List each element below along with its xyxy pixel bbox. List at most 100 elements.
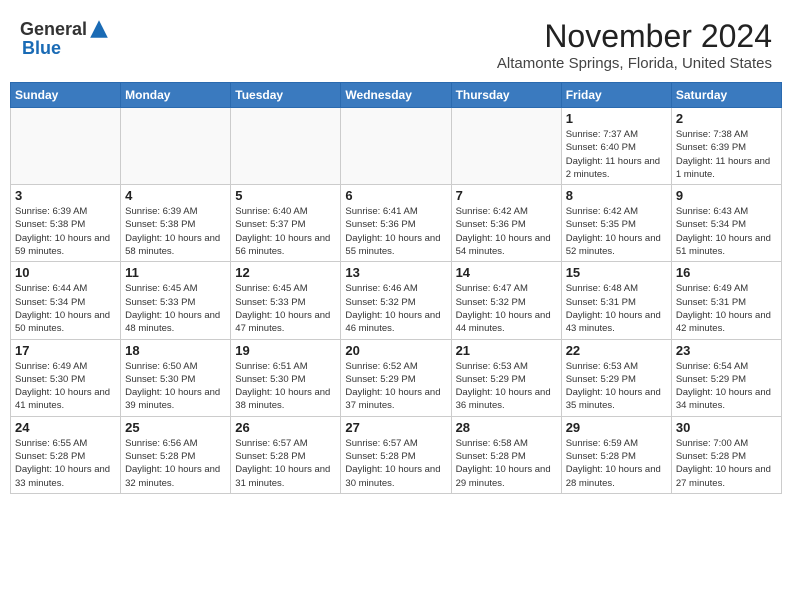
day-info: Sunrise: 6:54 AM Sunset: 5:29 PM Dayligh…: [676, 360, 777, 413]
calendar-cell: [231, 108, 341, 185]
weekday-header-thursday: Thursday: [451, 83, 561, 108]
day-info: Sunrise: 6:57 AM Sunset: 5:28 PM Dayligh…: [235, 437, 336, 490]
calendar-cell: [11, 108, 121, 185]
weekday-header-tuesday: Tuesday: [231, 83, 341, 108]
logo-triangle-icon: [88, 18, 110, 40]
day-number: 3: [15, 188, 116, 203]
day-info: Sunrise: 6:57 AM Sunset: 5:28 PM Dayligh…: [345, 437, 446, 490]
calendar-cell: 17Sunrise: 6:49 AM Sunset: 5:30 PM Dayli…: [11, 339, 121, 416]
calendar-cell: 13 Sunrise: 6:46 AM Sunset: 5:32 PM Dayli…: [341, 262, 451, 339]
day-info: Sunrise: 6:45 AM Sunset: 5:33 PM Dayligh…: [125, 282, 226, 335]
day-number: 29: [566, 420, 667, 435]
calendar-cell: 28 Sunrise: 6:58 AM Sunset: 5:28 PM Dayli…: [451, 416, 561, 493]
calendar-cell: 16Sunrise: 6:49 AM Sunset: 5:31 PM Dayli…: [671, 262, 781, 339]
day-info: Sunrise: 7:00 AM Sunset: 5:28 PM Dayligh…: [676, 437, 777, 490]
day-info: Sunrise: 6:55 AM Sunset: 5:28 PM Dayligh…: [15, 437, 116, 490]
weekday-header-monday: Monday: [121, 83, 231, 108]
calendar-week-row: 3 Sunrise: 6:39 AM Sunset: 5:38 PM Daylig…: [11, 185, 782, 262]
calendar-cell: 10 Sunrise: 6:44 AM Sunset: 5:34 PM Dayli…: [11, 262, 121, 339]
day-info: Sunrise: 6:58 AM Sunset: 5:28 PM Dayligh…: [456, 437, 557, 490]
calendar-cell: 9 Sunrise: 6:43 AM Sunset: 5:34 PM Daylig…: [671, 185, 781, 262]
title-section: November 2024 Altamonte Springs, Florida…: [497, 18, 772, 72]
calendar-cell: [451, 108, 561, 185]
day-info: Sunrise: 6:42 AM Sunset: 5:35 PM Dayligh…: [566, 205, 667, 258]
day-info: Sunrise: 7:37 AM Sunset: 6:40 PM Dayligh…: [566, 128, 667, 181]
calendar-cell: 29 Sunrise: 6:59 AM Sunset: 5:28 PM Dayli…: [561, 416, 671, 493]
calendar-cell: 5 Sunrise: 6:40 AM Sunset: 5:37 PM Daylig…: [231, 185, 341, 262]
day-number: 9: [676, 188, 777, 203]
calendar-cell: 26 Sunrise: 6:57 AM Sunset: 5:28 PM Dayli…: [231, 416, 341, 493]
day-number: 30: [676, 420, 777, 435]
day-number: 25: [125, 420, 226, 435]
day-number: 4: [125, 188, 226, 203]
day-info: Sunrise: 6:56 AM Sunset: 5:28 PM Dayligh…: [125, 437, 226, 490]
location-text: Altamonte Springs, Florida, United State…: [497, 55, 772, 72]
day-number: 5: [235, 188, 336, 203]
day-info: Sunrise: 6:48 AM Sunset: 5:31 PM Dayligh…: [566, 282, 667, 335]
weekday-header-wednesday: Wednesday: [341, 83, 451, 108]
calendar-cell: 2Sunrise: 7:38 AM Sunset: 6:39 PM Daylig…: [671, 108, 781, 185]
calendar-week-row: 10 Sunrise: 6:44 AM Sunset: 5:34 PM Dayli…: [11, 262, 782, 339]
calendar-cell: 20Sunrise: 6:52 AM Sunset: 5:29 PM Dayli…: [341, 339, 451, 416]
calendar-cell: 23 Sunrise: 6:54 AM Sunset: 5:29 PM Dayli…: [671, 339, 781, 416]
calendar-cell: 1Sunrise: 7:37 AM Sunset: 6:40 PM Daylig…: [561, 108, 671, 185]
calendar-cell: 11 Sunrise: 6:45 AM Sunset: 5:33 PM Dayli…: [121, 262, 231, 339]
calendar-cell: 8 Sunrise: 6:42 AM Sunset: 5:35 PM Daylig…: [561, 185, 671, 262]
day-number: 10: [15, 265, 116, 280]
day-info: Sunrise: 6:59 AM Sunset: 5:28 PM Dayligh…: [566, 437, 667, 490]
calendar-cell: [121, 108, 231, 185]
calendar-cell: 7Sunrise: 6:42 AM Sunset: 5:36 PM Daylig…: [451, 185, 561, 262]
day-number: 28: [456, 420, 557, 435]
day-info: Sunrise: 6:44 AM Sunset: 5:34 PM Dayligh…: [15, 282, 116, 335]
day-number: 19: [235, 343, 336, 358]
day-info: Sunrise: 6:41 AM Sunset: 5:36 PM Dayligh…: [345, 205, 446, 258]
calendar-cell: [341, 108, 451, 185]
calendar-cell: 21 Sunrise: 6:53 AM Sunset: 5:29 PM Dayli…: [451, 339, 561, 416]
day-number: 15: [566, 265, 667, 280]
day-info: Sunrise: 6:51 AM Sunset: 5:30 PM Dayligh…: [235, 360, 336, 413]
calendar-week-row: 1Sunrise: 7:37 AM Sunset: 6:40 PM Daylig…: [11, 108, 782, 185]
calendar-cell: 3Sunrise: 6:39 AM Sunset: 5:38 PM Daylig…: [11, 185, 121, 262]
day-number: 6: [345, 188, 446, 203]
calendar-cell: 4 Sunrise: 6:39 AM Sunset: 5:38 PM Daylig…: [121, 185, 231, 262]
day-number: 7: [456, 188, 557, 203]
logo-general-text: General: [20, 19, 87, 40]
calendar-cell: 15 Sunrise: 6:48 AM Sunset: 5:31 PM Dayli…: [561, 262, 671, 339]
calendar-cell: 14Sunrise: 6:47 AM Sunset: 5:32 PM Dayli…: [451, 262, 561, 339]
month-title: November 2024: [497, 18, 772, 55]
calendar-table: SundayMondayTuesdayWednesdayThursdayFrid…: [10, 82, 782, 494]
calendar-cell: 12Sunrise: 6:45 AM Sunset: 5:33 PM Dayli…: [231, 262, 341, 339]
day-info: Sunrise: 6:39 AM Sunset: 5:38 PM Dayligh…: [125, 205, 226, 258]
day-number: 11: [125, 265, 226, 280]
calendar-cell: 19 Sunrise: 6:51 AM Sunset: 5:30 PM Dayli…: [231, 339, 341, 416]
day-number: 20: [345, 343, 446, 358]
logo-blue-text: Blue: [22, 38, 61, 58]
weekday-header-saturday: Saturday: [671, 83, 781, 108]
day-number: 22: [566, 343, 667, 358]
day-info: Sunrise: 6:49 AM Sunset: 5:30 PM Dayligh…: [15, 360, 116, 413]
day-number: 14: [456, 265, 557, 280]
day-info: Sunrise: 6:53 AM Sunset: 5:29 PM Dayligh…: [456, 360, 557, 413]
day-number: 21: [456, 343, 557, 358]
day-number: 8: [566, 188, 667, 203]
day-number: 23: [676, 343, 777, 358]
calendar-cell: 6 Sunrise: 6:41 AM Sunset: 5:36 PM Daylig…: [341, 185, 451, 262]
day-number: 13: [345, 265, 446, 280]
calendar-cell: 18Sunrise: 6:50 AM Sunset: 5:30 PM Dayli…: [121, 339, 231, 416]
calendar-cell: 27 Sunrise: 6:57 AM Sunset: 5:28 PM Dayli…: [341, 416, 451, 493]
day-info: Sunrise: 6:46 AM Sunset: 5:32 PM Dayligh…: [345, 282, 446, 335]
day-info: Sunrise: 7:38 AM Sunset: 6:39 PM Dayligh…: [676, 128, 777, 181]
day-info: Sunrise: 6:53 AM Sunset: 5:29 PM Dayligh…: [566, 360, 667, 413]
day-number: 26: [235, 420, 336, 435]
weekday-header-friday: Friday: [561, 83, 671, 108]
logo: General Blue: [20, 18, 111, 59]
day-info: Sunrise: 6:40 AM Sunset: 5:37 PM Dayligh…: [235, 205, 336, 258]
day-number: 12: [235, 265, 336, 280]
day-info: Sunrise: 6:43 AM Sunset: 5:34 PM Dayligh…: [676, 205, 777, 258]
day-info: Sunrise: 6:50 AM Sunset: 5:30 PM Dayligh…: [125, 360, 226, 413]
day-number: 27: [345, 420, 446, 435]
calendar-cell: 22 Sunrise: 6:53 AM Sunset: 5:29 PM Dayli…: [561, 339, 671, 416]
day-number: 24: [15, 420, 116, 435]
logo-icon: General: [20, 18, 111, 40]
calendar-cell: 24 Sunrise: 6:55 AM Sunset: 5:28 PM Dayli…: [11, 416, 121, 493]
